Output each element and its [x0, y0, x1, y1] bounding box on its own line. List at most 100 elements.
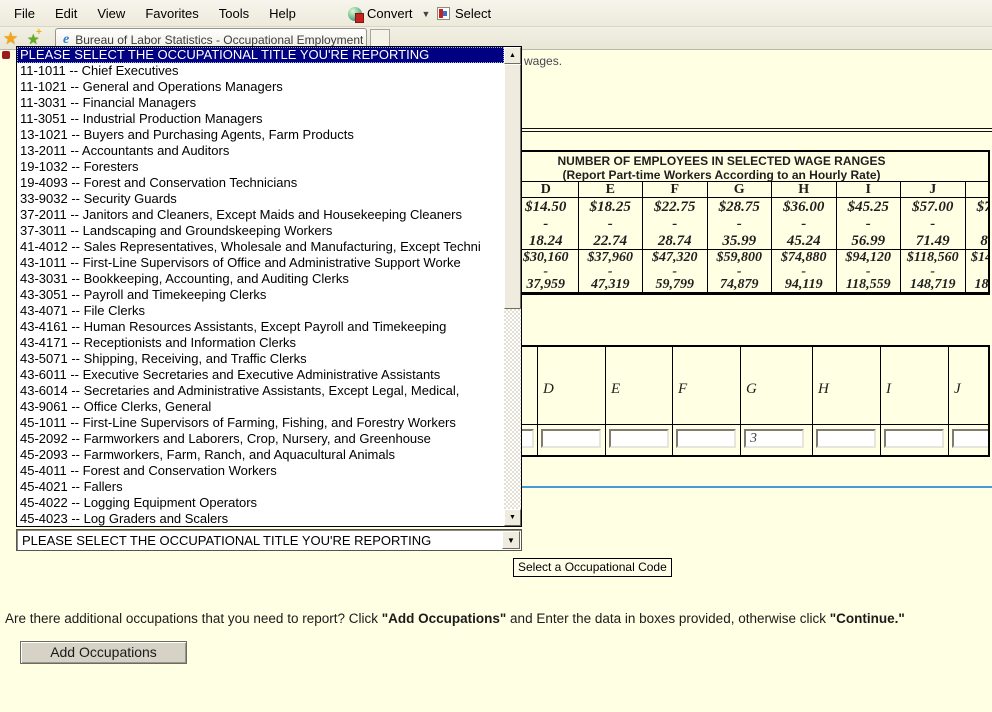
option[interactable]: 43-9061 -- Office Clerks, General	[17, 399, 504, 415]
option[interactable]: 43-5071 -- Shipping, Receiving, and Traf…	[17, 351, 504, 367]
tab-title: Bureau of Labor Statistics - Occupationa…	[75, 33, 363, 47]
employee-entry-table: D E F G H I J	[470, 345, 990, 457]
col-header: J	[900, 182, 965, 197]
option[interactable]: 11-1021 -- General and Operations Manage…	[17, 79, 504, 95]
col-header: H	[771, 182, 836, 197]
entry-col-letter: F	[673, 347, 740, 398]
option[interactable]: 45-4022 -- Logging Equipment Operators	[17, 495, 504, 511]
convert-button[interactable]: Convert ▼	[348, 0, 434, 27]
occupation-select-value: PLEASE SELECT THE OCCUPATIONAL TITLE YOU…	[22, 533, 431, 548]
ie-icon: e	[63, 34, 69, 46]
option-prompt[interactable]: PLEASE SELECT THE OCCUPATIONAL TITLE YOU…	[17, 47, 504, 63]
menu-help[interactable]: Help	[259, 3, 306, 24]
option[interactable]: 41-4012 -- Sales Representatives, Wholes…	[17, 239, 504, 255]
col-header	[965, 182, 991, 197]
option[interactable]: 45-2092 -- Farmworkers and Laborers, Cro…	[17, 431, 504, 447]
option[interactable]: 43-1011 -- First-Line Supervisors of Off…	[17, 255, 504, 271]
option[interactable]: 43-4071 -- File Clerks	[17, 303, 504, 319]
annual-range: $47,320-59,799	[642, 250, 707, 292]
entry-table-inputs	[470, 425, 988, 455]
option[interactable]: 45-2093 -- Farmworkers, Farm, Ranch, and…	[17, 447, 504, 463]
occupation-dropdown-list: PLEASE SELECT THE OCCUPATIONAL TITLE YOU…	[16, 46, 522, 527]
option[interactable]: 33-9032 -- Security Guards	[17, 191, 504, 207]
annual-range: $148,720-187,199	[965, 250, 991, 292]
employee-count-input-h[interactable]	[816, 429, 876, 448]
menu-tools[interactable]: Tools	[209, 3, 259, 24]
employee-count-input-j[interactable]	[952, 429, 990, 448]
annual-range: $30,160-37,959	[513, 250, 578, 292]
option[interactable]: 11-3031 -- Financial Managers	[17, 95, 504, 111]
col-header: I	[836, 182, 901, 197]
partial-icon-fragment	[2, 51, 10, 59]
entry-col-letter: G	[741, 347, 812, 398]
col-header: D	[513, 182, 578, 197]
hourly-range: $36.00-45.24	[771, 198, 836, 249]
entry-table-headers: D E F G H I J	[470, 347, 988, 425]
menu-bar: File Edit View Favorites Tools Help	[0, 0, 992, 27]
employee-count-input-i[interactable]	[884, 429, 944, 448]
option[interactable]: 45-4023 -- Log Graders and Scalers	[17, 511, 504, 527]
scroll-up-icon[interactable]: ▲	[504, 47, 521, 64]
employee-count-input-f[interactable]	[676, 429, 736, 448]
hourly-range: $18.25-22.74	[578, 198, 643, 249]
horizontal-rule-blue	[470, 486, 992, 488]
hourly-range: $22.75-28.74	[642, 198, 707, 249]
option[interactable]: 11-3051 -- Industrial Production Manager…	[17, 111, 504, 127]
annual-range: $94,120-118,559	[836, 250, 901, 292]
tooltip: Select a Occupational Code	[513, 558, 672, 577]
entry-col-letter: I	[881, 347, 948, 398]
option[interactable]: 37-3011 -- Landscaping and Groundskeepin…	[17, 223, 504, 239]
occupation-options: PLEASE SELECT THE OCCUPATIONAL TITLE YOU…	[17, 47, 504, 527]
option[interactable]: 37-2011 -- Janitors and Cleaners, Except…	[17, 207, 504, 223]
option[interactable]: 43-4161 -- Human Resources Assistants, E…	[17, 319, 504, 335]
hourly-range: $57.00-71.49	[900, 198, 965, 249]
option[interactable]: 13-1021 -- Buyers and Purchasing Agents,…	[17, 127, 504, 143]
option[interactable]: 43-6014 -- Secretaries and Administrativ…	[17, 383, 504, 399]
add-occupations-button[interactable]: Add Occupations	[20, 641, 187, 664]
select-tool-icon	[437, 7, 450, 20]
menu-favorites[interactable]: Favorites	[135, 3, 208, 24]
col-header: G	[707, 182, 772, 197]
dropdown-scrollbar[interactable]: ▲ ▼	[504, 47, 521, 526]
convert-icon	[348, 7, 362, 21]
annual-range: $74,880-94,119	[771, 250, 836, 292]
scroll-down-icon[interactable]: ▼	[504, 509, 521, 526]
dropdown-arrow-icon[interactable]: ▼	[502, 531, 520, 549]
instruction-text: Are there additional occupations that yo…	[5, 611, 980, 626]
option[interactable]: 45-4011 -- Forest and Conservation Worke…	[17, 463, 504, 479]
divider	[508, 131, 992, 132]
option[interactable]: 13-2011 -- Accountants and Auditors	[17, 143, 504, 159]
divider	[508, 128, 992, 129]
menu-view[interactable]: View	[87, 3, 135, 24]
select-tool-button[interactable]: Select	[437, 0, 491, 27]
option[interactable]: 43-4171 -- Receptionists and Information…	[17, 335, 504, 351]
entry-col-letter: D	[538, 347, 605, 398]
scrollbar-thumb[interactable]	[504, 64, 521, 309]
hourly-range: $28.75-35.99	[707, 198, 772, 249]
col-header: E	[578, 182, 643, 197]
employee-count-input-g[interactable]	[744, 429, 804, 448]
occupation-select[interactable]: PLEASE SELECT THE OCCUPATIONAL TITLE YOU…	[16, 529, 522, 551]
entry-col-letter: H	[813, 347, 880, 398]
option[interactable]: 11-1011 -- Chief Executives	[17, 63, 504, 79]
option[interactable]: 43-6011 -- Executive Secretaries and Exe…	[17, 367, 504, 383]
browser-window: File Edit View Favorites Tools Help Conv…	[0, 0, 992, 712]
option[interactable]: 45-4021 -- Fallers	[17, 479, 504, 495]
option[interactable]: 19-4093 -- Forest and Conservation Techn…	[17, 175, 504, 191]
hourly-range: $14.50-18.24	[513, 198, 578, 249]
menu-file[interactable]: File	[4, 3, 45, 24]
employee-count-input-d[interactable]	[541, 429, 601, 448]
menu-edit[interactable]: Edit	[45, 3, 87, 24]
option[interactable]: 45-1011 -- First-Line Supervisors of Far…	[17, 415, 504, 431]
entry-col-letter: J	[949, 347, 990, 398]
option[interactable]: 19-1032 -- Foresters	[17, 159, 504, 175]
annual-range: $118,560-148,719	[900, 250, 965, 292]
employee-count-input-e[interactable]	[609, 429, 669, 448]
option[interactable]: 43-3051 -- Payroll and Timekeeping Clerk…	[17, 287, 504, 303]
annual-range: $59,800-74,879	[707, 250, 772, 292]
chevron-down-icon[interactable]: ▼	[418, 9, 435, 19]
select-tool-label: Select	[455, 6, 491, 21]
wages-text-fragment: wages.	[524, 54, 562, 68]
option[interactable]: 43-3031 -- Bookkeeping, Accounting, and …	[17, 271, 504, 287]
col-header: F	[642, 182, 707, 197]
